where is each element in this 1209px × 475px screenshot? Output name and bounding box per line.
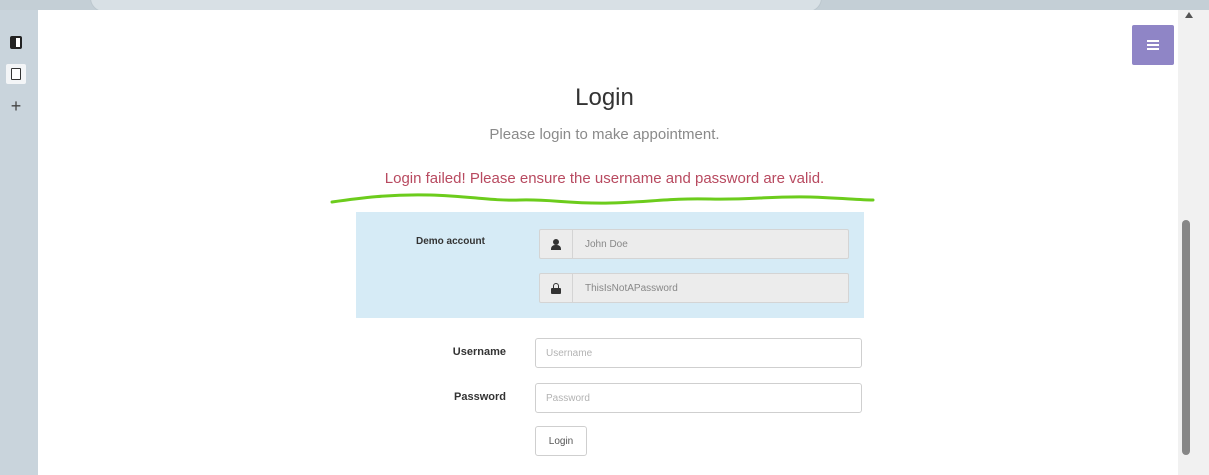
- demo-password-value: ThisIsNotAPassword: [585, 282, 678, 294]
- lock-icon: [551, 282, 561, 294]
- contrast-icon: [10, 35, 22, 49]
- sidebar-toggle-button[interactable]: [6, 32, 26, 52]
- user-icon: [551, 238, 561, 250]
- hamburger-menu-icon: [1147, 40, 1159, 50]
- document-icon: [11, 68, 21, 80]
- demo-username-field[interactable]: John Doe: [539, 229, 849, 259]
- page-subtitle: Please login to make appointment.: [489, 126, 720, 143]
- demo-password-field[interactable]: ThisIsNotAPassword: [539, 273, 849, 303]
- login-error-message: Login failed! Please ensure the username…: [384, 170, 825, 187]
- password-input[interactable]: [535, 383, 862, 413]
- login-button[interactable]: Login: [535, 426, 587, 456]
- page-button[interactable]: [6, 64, 26, 84]
- highlight-underline-annotation: [330, 193, 875, 205]
- menu-toggle-button[interactable]: [1132, 25, 1174, 65]
- left-toolbar: +: [0, 10, 38, 475]
- scroll-up-arrow-icon[interactable]: [1185, 12, 1193, 18]
- page-title: Login: [575, 84, 634, 111]
- scrollbar-thumb[interactable]: [1182, 220, 1190, 455]
- demo-username-value: John Doe: [585, 238, 628, 250]
- username-input[interactable]: [535, 338, 862, 368]
- username-label: Username: [452, 346, 506, 358]
- password-label: Password: [454, 391, 506, 403]
- demo-account-label: Demo account: [416, 236, 485, 247]
